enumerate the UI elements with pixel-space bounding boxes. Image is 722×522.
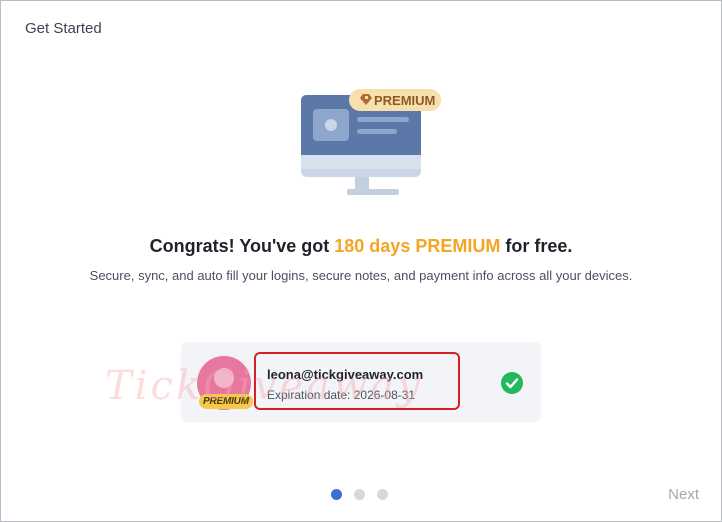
- headline-highlight: 180 days PREMIUM: [334, 236, 501, 256]
- congrats-heading: Congrats! You've got 180 days PREMIUM fo…: [1, 236, 721, 257]
- pagination-dots: [331, 489, 388, 500]
- headline-suffix: for free.: [500, 236, 573, 256]
- pagination-dot-2[interactable]: [354, 489, 365, 500]
- get-started-window: Get Started PREMIUM Congrats! You've got…: [0, 0, 722, 522]
- window-title: Get Started: [25, 20, 102, 37]
- premium-monitor-illustration: PREMIUM: [297, 87, 447, 202]
- feature-description: Secure, sync, and auto fill your logins,…: [89, 268, 633, 283]
- expiration-date: Expiration date: 2026-08-31: [267, 388, 416, 402]
- pagination-dot-1[interactable]: [331, 489, 342, 500]
- check-circle-icon: [501, 372, 523, 394]
- account-card: PREMIUM leona@tickgiveaway.com Expiratio…: [181, 342, 541, 422]
- premium-chip: PREMIUM: [199, 394, 253, 409]
- pagination-dot-3[interactable]: [377, 489, 388, 500]
- next-button[interactable]: Next: [668, 486, 699, 503]
- headline-text: Congrats! You've got: [149, 236, 335, 256]
- account-email: leona@tickgiveaway.com: [267, 367, 424, 382]
- premium-badge-label: PREMIUM: [374, 93, 436, 108]
